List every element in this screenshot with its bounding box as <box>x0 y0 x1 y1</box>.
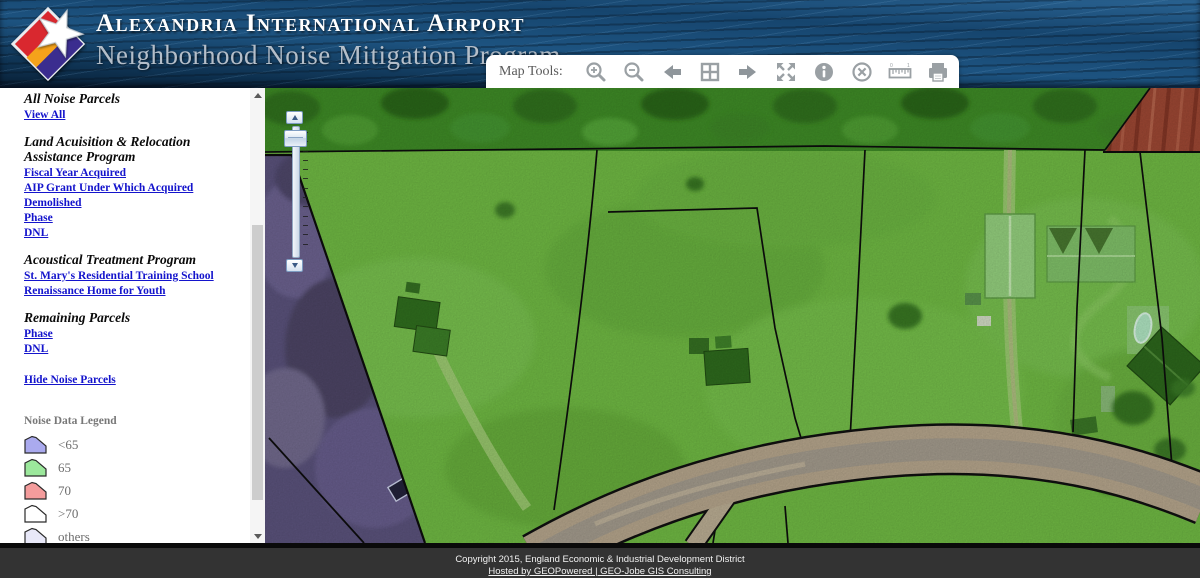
parcel-swatch-icon <box>24 458 47 477</box>
circle-x-icon <box>850 60 874 84</box>
svg-text:1: 1 <box>907 63 910 69</box>
info-icon <box>812 60 836 84</box>
clear-selection-button[interactable] <box>843 58 881 86</box>
full-extent-button[interactable] <box>767 58 805 86</box>
parcel-swatch-icon <box>24 504 47 523</box>
zoom-slider-out-button[interactable] <box>286 259 303 272</box>
legend-label: >70 <box>58 506 78 522</box>
chevron-down-icon <box>292 263 298 268</box>
link-renaissance-home[interactable]: Renaissance Home for Youth <box>24 285 234 298</box>
hosted-by-link[interactable]: Hosted by GEOPowered | GEO-Jobe GIS Cons… <box>488 566 711 577</box>
copyright-text: Copyright 2015, England Economic & Indus… <box>0 554 1200 565</box>
zoom-out-icon <box>622 60 646 84</box>
zoom-in-icon <box>584 60 608 84</box>
link-phase-land[interactable]: Phase <box>24 212 234 225</box>
noise-data-legend: Noise Data Legend <65 65 70 <box>24 415 234 548</box>
aerial-imagery <box>265 88 1200 543</box>
legend-label: 65 <box>58 460 71 476</box>
zoom-slider-in-button[interactable] <box>286 111 303 124</box>
zoom-slider-thumb[interactable] <box>284 130 307 147</box>
pan-window-button[interactable] <box>691 58 729 86</box>
map-tools-toolbar: Map Tools: <box>486 55 959 88</box>
expand-arrows-icon <box>774 60 798 84</box>
zoom-slider-ticks <box>303 132 311 256</box>
map-viewport[interactable] <box>265 88 1200 543</box>
link-phase-remaining[interactable]: Phase <box>24 328 234 341</box>
link-dnl-remaining[interactable]: DNL <box>24 343 234 356</box>
ruler-icon: 0 1 <box>887 60 913 84</box>
link-demolished[interactable]: Demolished <box>24 197 234 210</box>
link-view-all[interactable]: View All <box>24 109 234 122</box>
previous-extent-button[interactable] <box>653 58 691 86</box>
legend-item-65: 65 <box>24 456 234 479</box>
link-hide-noise-parcels[interactable]: Hide Noise Parcels <box>24 374 234 387</box>
section-title-land-acquisition: Land Acuisition & Relocation Assistance … <box>24 134 234 164</box>
scrollbar-thumb[interactable] <box>252 225 263 500</box>
link-dnl-land[interactable]: DNL <box>24 227 234 240</box>
section-title-all-noise-parcels: All Noise Parcels <box>24 91 234 106</box>
svg-text:0: 0 <box>890 63 893 69</box>
scroll-up-icon[interactable] <box>250 88 265 102</box>
zoom-out-button[interactable] <box>615 58 653 86</box>
grid-window-icon <box>698 60 722 84</box>
airport-logo-icon <box>9 5 87 83</box>
map-zoom-slider[interactable] <box>279 108 327 273</box>
legend-label: 70 <box>58 483 71 499</box>
legend-item-under-65: <65 <box>24 433 234 456</box>
legend-item-70: 70 <box>24 479 234 502</box>
parcel-swatch-icon <box>24 435 47 454</box>
measure-button[interactable]: 0 1 <box>881 58 919 86</box>
scroll-down-icon[interactable] <box>250 529 265 543</box>
legend-title: Noise Data Legend <box>24 415 234 427</box>
section-title-acoustical-treatment: Acoustical Treatment Program <box>24 252 234 267</box>
legend-label: <65 <box>58 437 78 453</box>
sidebar-scrollbar[interactable] <box>250 88 265 543</box>
zoom-in-button[interactable] <box>577 58 615 86</box>
app-footer: Copyright 2015, England Economic & Indus… <box>0 543 1200 578</box>
layers-sidebar: All Noise Parcels View All Land Acuisiti… <box>0 88 265 543</box>
printer-icon <box>926 60 950 84</box>
link-aip-grant[interactable]: AIP Grant Under Which Acquired <box>24 182 234 195</box>
parcel-swatch-icon <box>24 481 47 500</box>
legend-item-over-70: >70 <box>24 502 234 525</box>
link-st-marys[interactable]: St. Mary's Residential Training School <box>24 270 234 283</box>
page-title: Alexandria International Airport <box>96 9 561 39</box>
identify-button[interactable] <box>805 58 843 86</box>
print-button[interactable] <box>919 58 957 86</box>
next-extent-button[interactable] <box>729 58 767 86</box>
app-header: Alexandria International Airport Neighbo… <box>0 0 1200 88</box>
section-title-remaining-parcels: Remaining Parcels <box>24 310 234 325</box>
arrow-left-icon <box>660 60 684 84</box>
chevron-up-icon <box>292 115 298 120</box>
map-tools-label: Map Tools: <box>499 64 563 80</box>
arrow-right-icon <box>736 60 760 84</box>
link-fiscal-year-acquired[interactable]: Fiscal Year Acquired <box>24 167 234 180</box>
texture-overlay <box>265 88 1200 543</box>
